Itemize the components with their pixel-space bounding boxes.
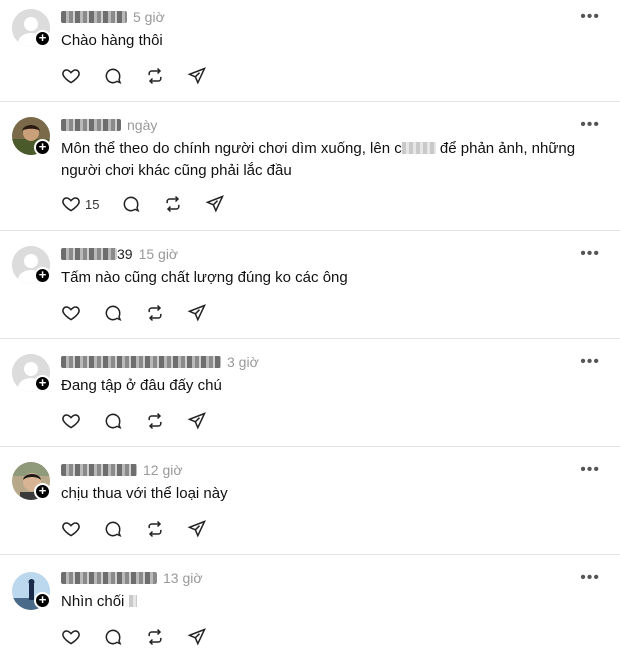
username-redacted[interactable]	[61, 464, 137, 476]
post-text: Đang tập ở đâu đấy chú	[61, 377, 222, 394]
repost-icon	[148, 67, 162, 85]
repost-button[interactable]	[145, 627, 165, 647]
post-actions	[61, 302, 229, 324]
comment-button[interactable]	[103, 66, 123, 86]
post-time: 13 giờ	[163, 570, 203, 586]
heart-icon	[62, 414, 80, 429]
comment-icon	[105, 521, 122, 538]
follow-plus-icon[interactable]: +	[34, 30, 51, 47]
share-icon	[205, 195, 225, 213]
share-button[interactable]	[187, 66, 207, 86]
share-icon	[187, 67, 206, 85]
post-text: Chào hàng thôi	[61, 32, 163, 49]
more-horizontal-icon[interactable]: •••	[580, 246, 600, 262]
post: + 5 giờ ••• Chào hàng thôi	[0, 0, 620, 102]
post-text: Nhìn chối	[61, 591, 601, 613]
like-button[interactable]	[61, 411, 81, 431]
post-text: Tấm nào cũng chất lượng đúng ko các ông	[61, 269, 348, 286]
more-horizontal-icon[interactable]: •••	[580, 117, 600, 133]
comment-feed: + 5 giờ ••• Chào hàng thôi + ngày ••• Mô…	[0, 0, 620, 648]
redacted-text	[128, 595, 137, 607]
follow-plus-icon[interactable]: +	[34, 483, 51, 500]
redacted-text	[401, 142, 436, 154]
post-actions: 15	[61, 193, 247, 215]
repost-button[interactable]	[145, 303, 165, 323]
comment-button[interactable]	[103, 303, 123, 323]
share-icon	[187, 628, 206, 646]
post-actions	[61, 626, 229, 648]
post-text-part-1: Môn thể theo do chính người chơi dìm xuố…	[61, 140, 402, 157]
follow-plus-icon[interactable]: +	[34, 375, 51, 392]
comment-icon	[105, 413, 122, 430]
post-actions	[61, 518, 229, 540]
repost-button[interactable]	[145, 411, 165, 431]
more-horizontal-icon[interactable]: •••	[580, 9, 600, 25]
follow-plus-icon[interactable]: +	[34, 592, 51, 609]
username-redacted[interactable]	[61, 119, 121, 131]
heart-icon	[62, 69, 80, 84]
post: + 13 giờ ••• Nhìn chối	[0, 555, 620, 648]
heart-icon	[62, 306, 80, 321]
more-horizontal-icon[interactable]: •••	[580, 462, 600, 478]
share-icon	[187, 412, 206, 430]
comment-icon	[124, 196, 140, 213]
share-icon	[187, 304, 206, 322]
post-text-content: Nhìn chối	[61, 593, 125, 610]
share-button[interactable]	[187, 303, 207, 323]
repost-button[interactable]	[163, 194, 183, 214]
repost-button[interactable]	[145, 519, 165, 539]
comment-button[interactable]	[103, 627, 123, 647]
repost-icon	[148, 304, 162, 322]
repost-icon	[148, 628, 162, 646]
follow-plus-icon[interactable]: +	[34, 267, 51, 284]
post-time: 12 giờ	[143, 462, 183, 478]
repost-icon	[166, 195, 181, 213]
post-text: chịu thua với thể loại này	[61, 485, 228, 502]
heart-icon	[62, 630, 80, 645]
post-time: ngày	[127, 117, 158, 133]
post: + 12 giờ ••• chịu thua với thể loại này	[0, 447, 620, 555]
follow-plus-icon[interactable]: +	[34, 139, 51, 156]
username-redacted[interactable]	[61, 356, 221, 368]
repost-button[interactable]	[145, 66, 165, 86]
post: + ngày ••• Môn thể theo do chính người c…	[0, 102, 620, 231]
username-redacted[interactable]	[61, 572, 157, 584]
post-time: 5 giờ	[133, 9, 165, 25]
share-button[interactable]	[187, 519, 207, 539]
more-horizontal-icon[interactable]: •••	[580, 354, 600, 370]
post-actions	[61, 410, 229, 432]
like-button[interactable]	[61, 303, 81, 323]
heart-icon	[62, 197, 80, 212]
comment-button[interactable]	[103, 411, 123, 431]
username-redacted[interactable]	[61, 11, 127, 23]
heart-icon	[62, 522, 80, 537]
like-button[interactable]: 15	[61, 194, 105, 214]
comment-icon	[105, 629, 122, 646]
comment-button[interactable]	[121, 194, 141, 214]
post-time: 15 giờ	[138, 246, 179, 262]
post: + 39 15 giờ ••• Tấm nào cũng chất lượng …	[0, 231, 620, 339]
comment-icon	[105, 68, 122, 85]
share-button[interactable]	[187, 627, 207, 647]
repost-icon	[148, 412, 162, 430]
comment-icon	[105, 305, 122, 322]
post-actions	[61, 65, 229, 87]
share-icon	[187, 520, 206, 538]
like-button[interactable]	[61, 519, 81, 539]
repost-icon	[148, 520, 162, 538]
username-suffix[interactable]: 39	[117, 246, 133, 262]
share-button[interactable]	[205, 194, 225, 214]
post: + 3 giờ ••• Đang tập ở đâu đấy chú	[0, 339, 620, 447]
comment-button[interactable]	[103, 519, 123, 539]
like-button[interactable]	[61, 66, 81, 86]
like-button[interactable]	[61, 627, 81, 647]
post-time: 3 giờ	[227, 354, 259, 370]
share-button[interactable]	[187, 411, 207, 431]
post-text: Môn thể theo do chính người chơi dìm xuố…	[61, 138, 591, 182]
like-count: 15	[85, 196, 100, 212]
username-redacted[interactable]	[61, 248, 117, 260]
more-horizontal-icon[interactable]: •••	[580, 570, 600, 586]
